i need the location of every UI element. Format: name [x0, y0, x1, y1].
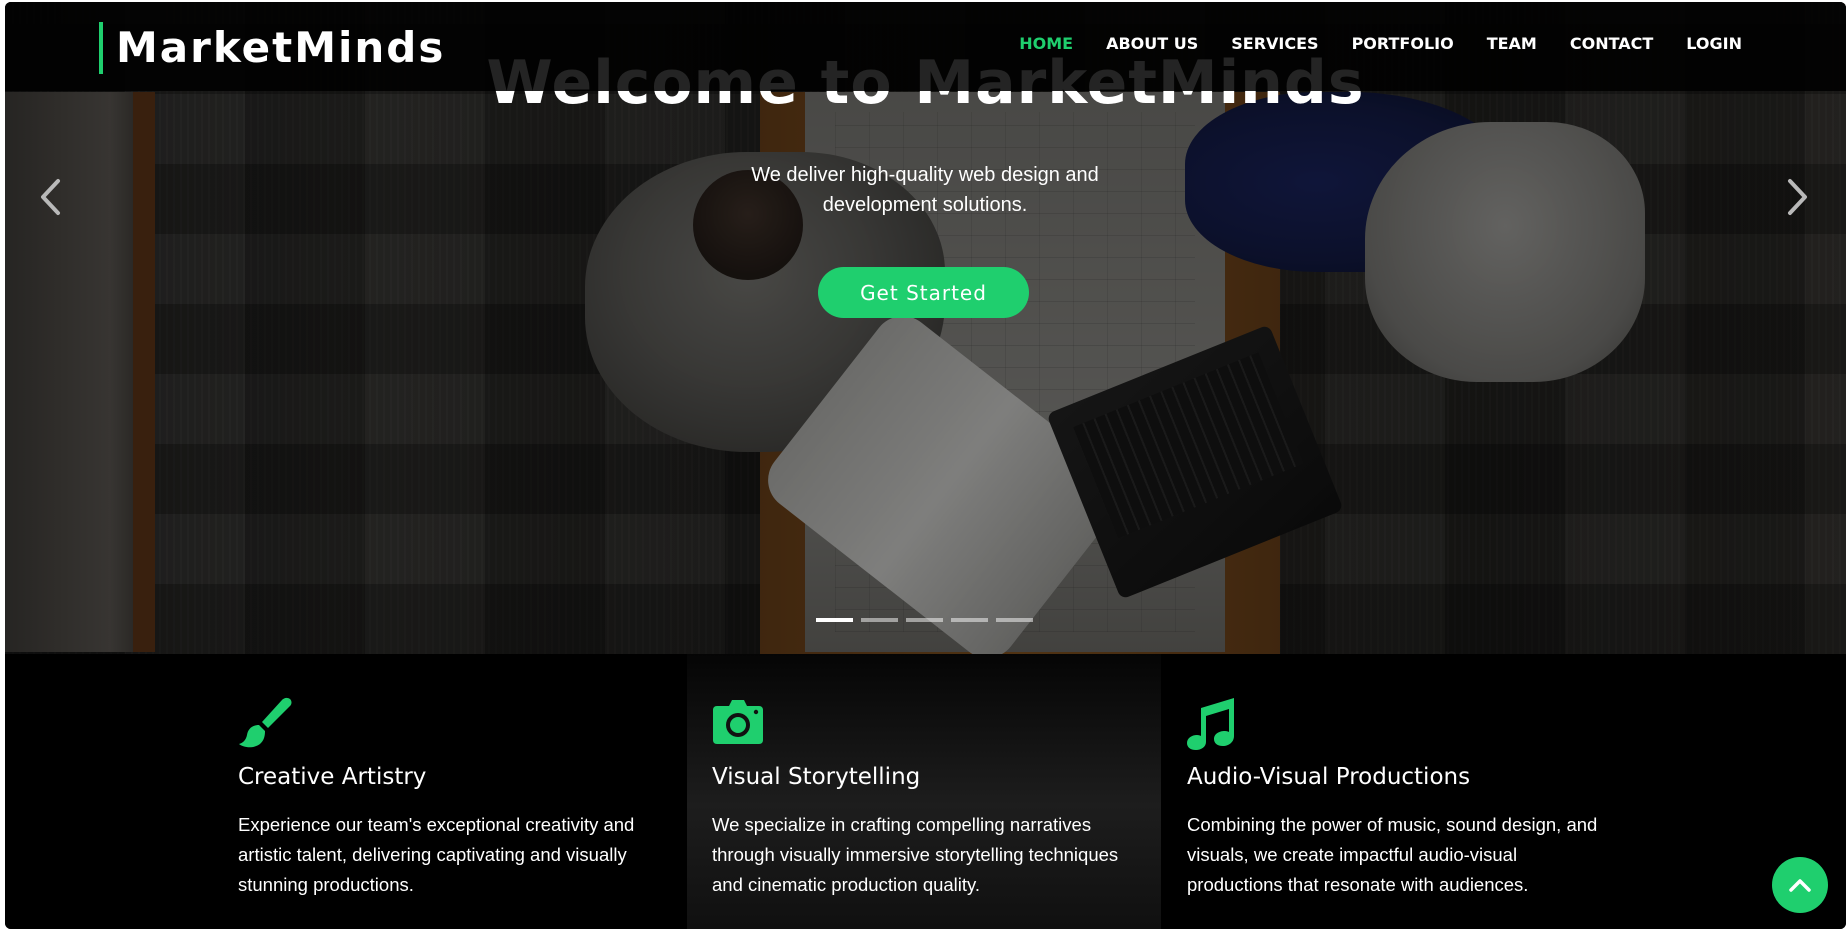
feature-title: Audio-Visual Productions	[1187, 764, 1471, 790]
carousel-next-button[interactable]	[1778, 172, 1818, 222]
nav-link-login[interactable]: LOGIN	[1686, 32, 1742, 56]
carousel-indicator[interactable]	[861, 618, 898, 622]
hero-carousel: Welcome to MarketMinds We deliver high-q…	[5, 2, 1846, 654]
nav-link-home[interactable]: HOME	[1019, 32, 1073, 56]
music-note-icon	[1187, 696, 1607, 750]
chevron-up-icon	[1789, 879, 1811, 892]
carousel-indicators	[816, 618, 1033, 622]
get-started-button[interactable]: Get Started	[818, 267, 1029, 318]
nav-link-services[interactable]: SERVICES	[1231, 32, 1318, 56]
brand-logo[interactable]: MarketMinds	[99, 22, 445, 74]
feature-description: Experience our team's exceptional creati…	[238, 814, 635, 895]
carousel-indicator[interactable]	[816, 618, 853, 622]
paint-brush-icon	[238, 696, 658, 750]
carousel-indicator[interactable]	[996, 618, 1033, 622]
main-nav: HOME ABOUT US SERVICES PORTFOLIO TEAM CO…	[1019, 32, 1742, 56]
feature-description: Combining the power of music, sound desi…	[1187, 814, 1598, 895]
feature-card-creative-artistry: Creative Artistry Experience our team's …	[238, 696, 658, 900]
features-section: Creative Artistry Experience our team's …	[5, 654, 1846, 929]
carousel-indicator[interactable]	[906, 618, 943, 622]
chevron-right-icon	[1788, 179, 1807, 215]
nav-link-team[interactable]: TEAM	[1487, 32, 1537, 56]
feature-title: Visual Storytelling	[712, 764, 921, 790]
hero-subtitle: We deliver high-quality web design and d…	[751, 164, 1099, 216]
chevron-left-icon	[41, 179, 60, 215]
nav-link-about-us[interactable]: ABOUT US	[1106, 32, 1198, 56]
carousel-prev-button[interactable]	[30, 172, 70, 222]
camera-icon	[712, 696, 1132, 750]
back-to-top-button[interactable]	[1772, 857, 1828, 913]
nav-link-portfolio[interactable]: PORTFOLIO	[1352, 32, 1454, 56]
feature-card-visual-storytelling: Visual Storytelling We specialize in cra…	[712, 696, 1132, 900]
page-frame: Welcome to MarketMinds We deliver high-q…	[5, 2, 1846, 929]
carousel-indicator[interactable]	[951, 618, 988, 622]
feature-description: We specialize in crafting compelling nar…	[712, 814, 1119, 895]
top-navbar: MarketMinds HOME ABOUT US SERVICES PORTF…	[5, 2, 1846, 91]
feature-title: Creative Artistry	[238, 764, 427, 790]
nav-link-contact[interactable]: CONTACT	[1570, 32, 1653, 56]
feature-card-audio-visual: Audio-Visual Productions Combining the p…	[1187, 696, 1607, 900]
